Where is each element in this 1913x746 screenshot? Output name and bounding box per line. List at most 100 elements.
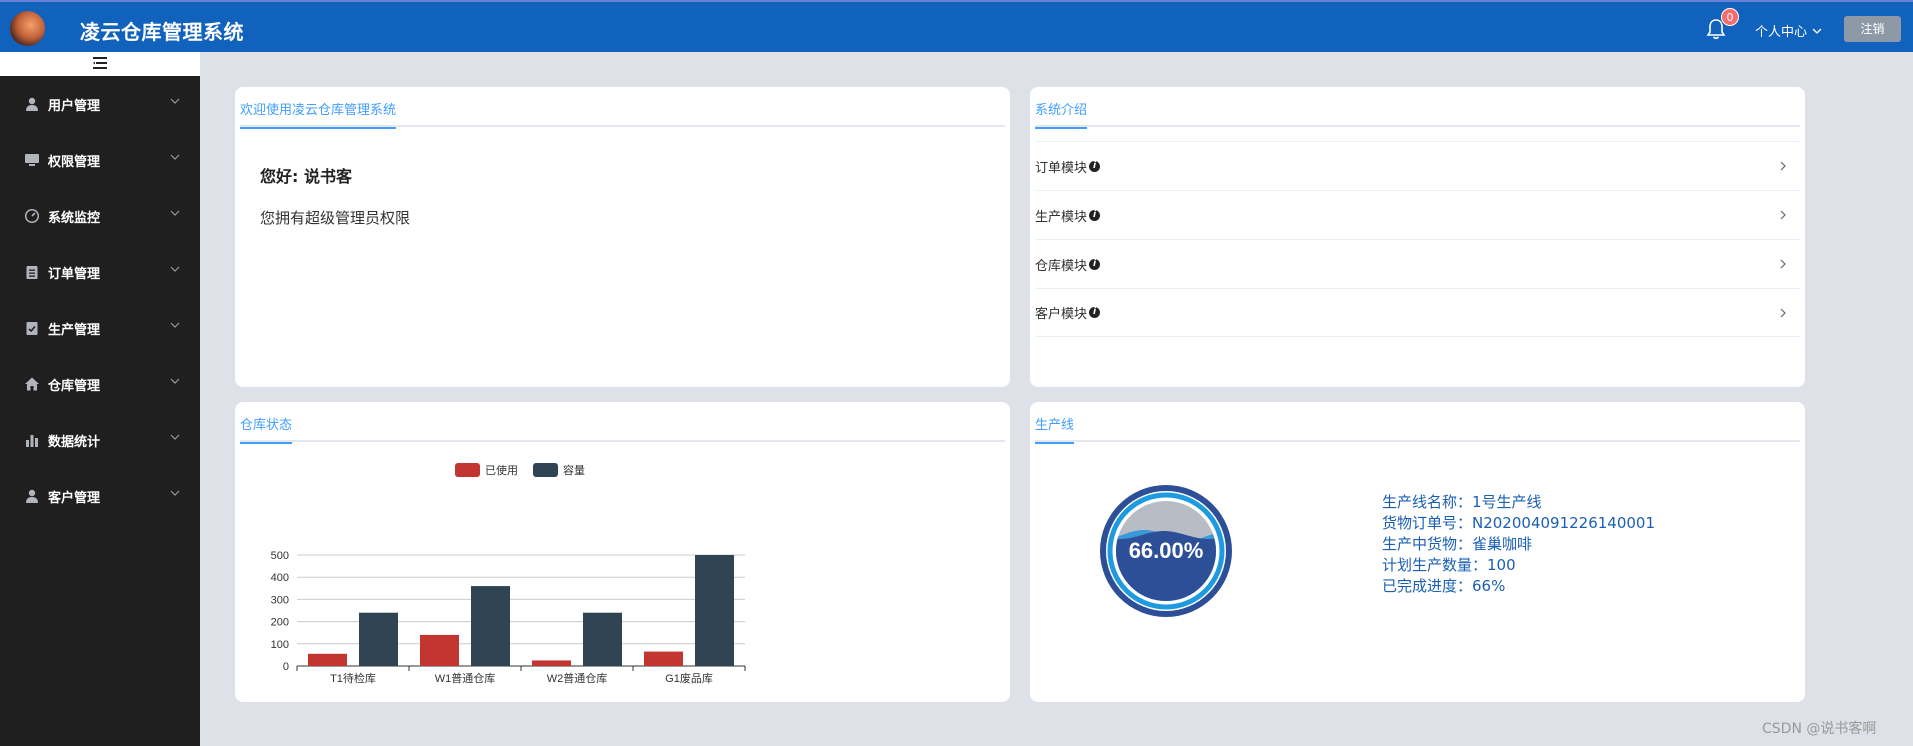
sidebar-item-label: 用户管理 bbox=[48, 98, 101, 114]
user-center-dropdown[interactable]: 个人中心 bbox=[1755, 21, 1822, 40]
x-tick-label: G1废品库 bbox=[665, 671, 713, 685]
x-tick-label: T1待检库 bbox=[330, 671, 376, 685]
sidebar-item-label: 仓库管理 bbox=[48, 378, 101, 394]
chevron-down-icon bbox=[170, 378, 180, 384]
warehouse-status-card: 仓库状态 已使用 容量 0 100 200 300 400 500 T1待检库 W1普通仓库 W2普… bbox=[235, 402, 1010, 702]
tab-system-intro[interactable]: 系统介绍 bbox=[1035, 99, 1088, 129]
welcome-tabbar: 欢迎使用凌云仓库管理系统 bbox=[240, 87, 1005, 129]
sidebar-item-production-management[interactable]: 生产管理 bbox=[0, 300, 200, 356]
user-center-label: 个人中心 bbox=[1755, 25, 1808, 40]
production-tabbar: 生产线 bbox=[1035, 402, 1800, 444]
intro-tabbar: 系统介绍 bbox=[1035, 87, 1800, 129]
y-tick-label: 300 bbox=[271, 594, 289, 606]
legend-swatch bbox=[533, 463, 558, 477]
chevron-down-icon bbox=[170, 210, 180, 216]
chevron-right-icon bbox=[1780, 161, 1786, 171]
module-list: 订单模块 i 生产模块 i 仓库模块 i 客户模块 i bbox=[1035, 141, 1800, 337]
bar bbox=[420, 634, 459, 666]
bar bbox=[695, 555, 734, 666]
warehouse-bar-chart: 已使用 容量 0 100 200 300 400 500 T1待检库 W1普通仓库 W2普通仓库 G1… bbox=[271, 463, 746, 685]
module-row-production[interactable]: 生产模块 i bbox=[1035, 190, 1800, 239]
module-label: 生产模块 bbox=[1035, 209, 1088, 225]
chevron-down-icon bbox=[170, 266, 180, 272]
home-icon bbox=[25, 377, 39, 391]
module-label: 客户模块 bbox=[1035, 307, 1088, 322]
info-icon: i bbox=[1089, 160, 1101, 172]
app-logo bbox=[10, 11, 45, 46]
sidebar-item-customer-management[interactable]: 客户管理 bbox=[0, 468, 200, 524]
sidebar-item-order-management[interactable]: 订单管理 bbox=[0, 244, 200, 300]
module-label: 仓库模块 bbox=[1035, 258, 1088, 274]
module-label: 订单模块 bbox=[1035, 160, 1088, 176]
production-line-card: 生产线 66.00% 生产线名称：1号生产线 货物订单号：N2020040912… bbox=[1030, 402, 1805, 702]
logout-button[interactable]: 注销 bbox=[1844, 16, 1901, 42]
bar bbox=[644, 651, 683, 666]
info-icon: i bbox=[1089, 258, 1101, 270]
chevron-down-icon bbox=[170, 98, 180, 104]
app-title: 凌云仓库管理系统 bbox=[80, 20, 244, 44]
bar bbox=[359, 612, 398, 666]
gauge-icon bbox=[24, 208, 40, 224]
y-tick-label: 200 bbox=[271, 617, 289, 629]
sidebar-item-data-statistics[interactable]: 数据统计 bbox=[0, 412, 200, 468]
chevron-right-icon bbox=[1780, 308, 1786, 318]
production-order-number: 货物订单号：N202004091226140001 bbox=[1382, 514, 1656, 532]
legend-label: 容量 bbox=[563, 463, 585, 477]
production-progress: 已完成进度：66% bbox=[1382, 577, 1506, 595]
sidebar-item-label: 系统监控 bbox=[48, 210, 101, 226]
chevron-down-icon bbox=[1812, 28, 1822, 34]
tab-warehouse-status[interactable]: 仓库状态 bbox=[240, 414, 293, 444]
clipboard-icon bbox=[26, 266, 38, 279]
sidebar-item-permission-management[interactable]: 权限管理 bbox=[0, 132, 200, 188]
chevron-down-icon bbox=[170, 322, 180, 328]
production-line-name: 生产线名称：1号生产线 bbox=[1382, 493, 1542, 511]
bar bbox=[471, 586, 510, 666]
y-tick-label: 0 bbox=[283, 661, 289, 673]
sidebar-item-user-management[interactable]: 用户管理 bbox=[0, 76, 200, 132]
bar bbox=[308, 653, 347, 666]
x-tick-label: W2普通仓库 bbox=[547, 671, 608, 685]
bar bbox=[532, 660, 571, 666]
user-icon bbox=[26, 97, 38, 111]
monitor-icon bbox=[25, 154, 39, 166]
permission-text: 您拥有超级管理员权限 bbox=[260, 209, 411, 227]
y-tick-label: 100 bbox=[271, 639, 289, 651]
menu-toggle-icon[interactable] bbox=[93, 57, 107, 69]
sidebar-item-system-monitor[interactable]: 系统监控 bbox=[0, 188, 200, 244]
bar bbox=[583, 612, 622, 666]
legend-label: 已使用 bbox=[485, 464, 518, 477]
production-goods: 生产中货物：雀巢咖啡 bbox=[1382, 535, 1533, 553]
sidebar-item-warehouse-management[interactable]: 仓库管理 bbox=[0, 356, 200, 412]
tab-welcome[interactable]: 欢迎使用凌云仓库管理系统 bbox=[240, 99, 397, 129]
clipboard-check-icon bbox=[26, 322, 38, 335]
notification-badge: 0 bbox=[1721, 8, 1739, 26]
y-tick-label: 500 bbox=[271, 550, 289, 562]
chevron-down-icon bbox=[170, 154, 180, 160]
sidebar-item-label: 数据统计 bbox=[48, 434, 101, 450]
production-planned-quantity: 计划生产数量：100 bbox=[1382, 556, 1516, 574]
chevron-right-icon bbox=[1780, 210, 1786, 220]
info-icon: i bbox=[1089, 307, 1101, 318]
sidebar-item-label: 生产管理 bbox=[48, 322, 101, 338]
y-tick-label: 400 bbox=[271, 572, 289, 584]
module-row-order[interactable]: 订单模块 i bbox=[1035, 141, 1800, 190]
chevron-right-icon bbox=[1780, 259, 1786, 269]
sidebar-item-label: 订单管理 bbox=[48, 266, 101, 282]
info-icon: i bbox=[1089, 209, 1101, 221]
system-intro-card: 系统介绍 订单模块 i 生产模块 i 仓库模块 i 客户模块 i bbox=[1030, 87, 1805, 387]
greeting-text: 您好: 说书客 bbox=[260, 167, 352, 186]
sidebar: 用户管理 权限管理 系统监控 订单管理 生产管理 仓库管理 数据统计 客户管理 bbox=[0, 76, 200, 746]
chevron-down-icon bbox=[170, 434, 180, 440]
sidebar-item-label: 客户管理 bbox=[48, 490, 101, 506]
chevron-down-icon bbox=[170, 490, 180, 496]
legend-swatch bbox=[455, 463, 480, 477]
x-tick-label: W1普通仓库 bbox=[435, 671, 496, 685]
bar-chart-icon bbox=[26, 435, 38, 447]
tab-production-line[interactable]: 生产线 bbox=[1035, 414, 1075, 444]
module-row-customer[interactable]: 客户模块 i bbox=[1035, 288, 1800, 337]
gauge-percentage-label: 66.00% bbox=[1129, 538, 1204, 563]
watermark: CSDN @说书客啊 bbox=[1762, 721, 1877, 737]
sidebar-collapse-bar bbox=[0, 52, 200, 76]
module-row-warehouse[interactable]: 仓库模块 i bbox=[1035, 239, 1800, 288]
customer-icon bbox=[26, 489, 38, 503]
